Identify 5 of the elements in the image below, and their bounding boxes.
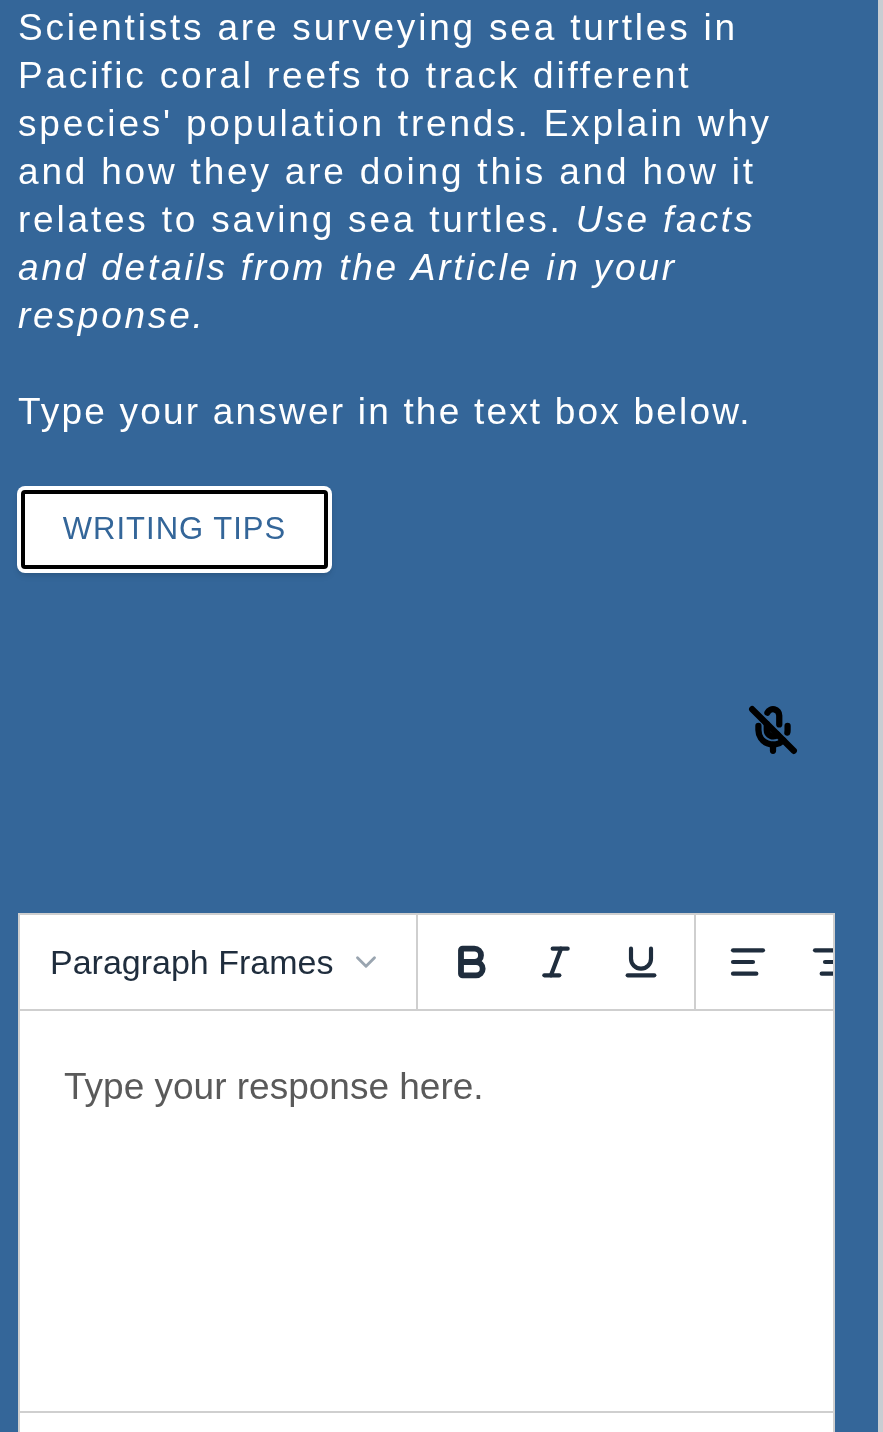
writing-tips-button[interactable]: WRITING TIPS — [21, 490, 328, 569]
microphone-muted-icon[interactable] — [748, 705, 798, 755]
response-field[interactable]: Type your response here. — [18, 1011, 835, 1413]
question-prompt: Scientists are surveying sea turtles in Pacific coral reefs to track different species' population trends. Explain why and how they are doing this and how it relates to saving sea turtles. Use facts and details from the Article in your response. — [17, 6, 773, 338]
instruction-text: Type your answer in the text box below. — [17, 390, 753, 434]
